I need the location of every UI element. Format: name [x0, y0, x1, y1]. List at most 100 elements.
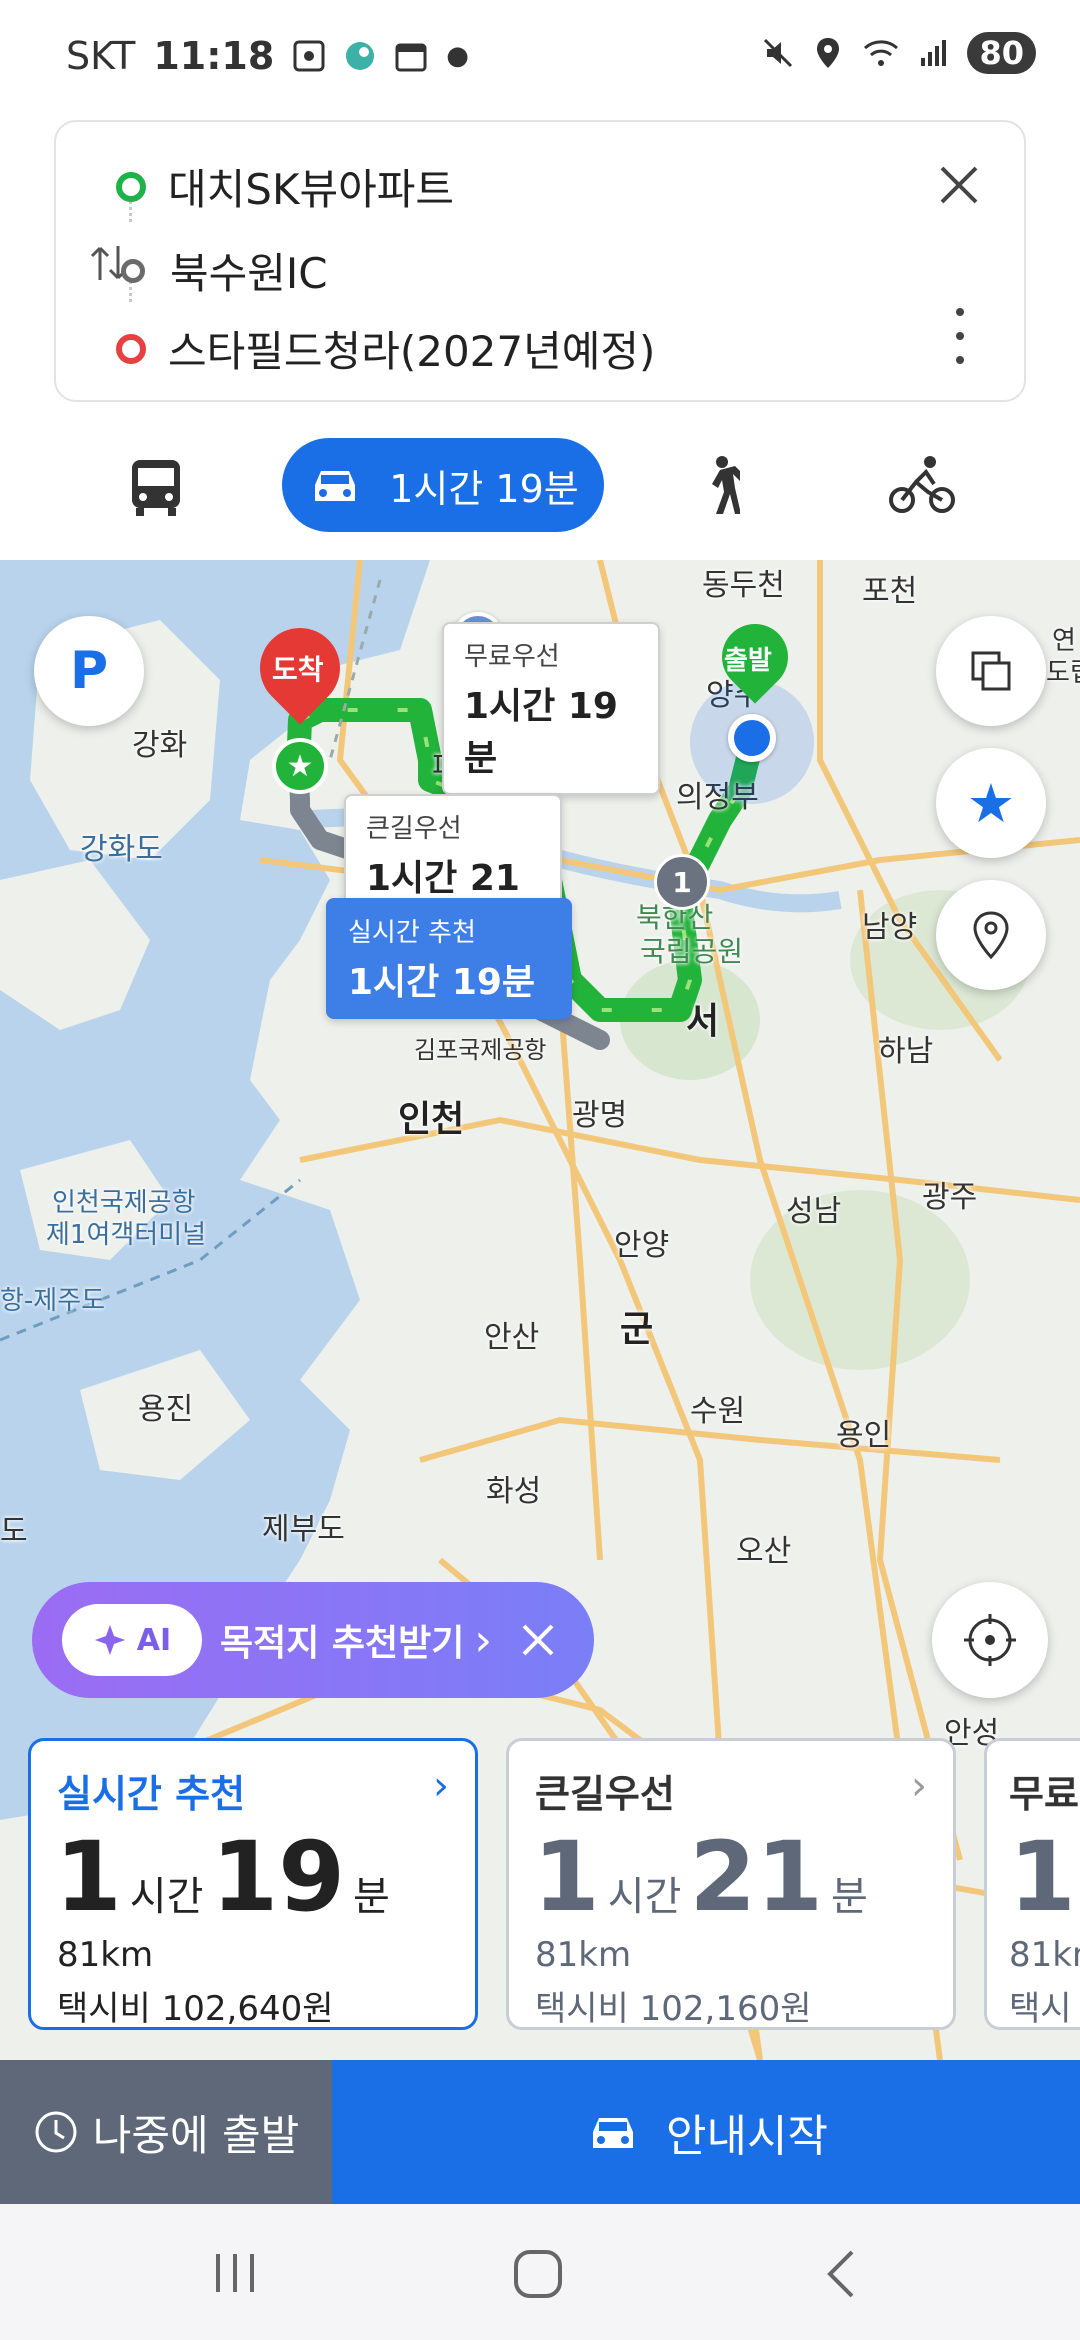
callout-title: 큰길우선 — [366, 814, 462, 844]
ai-label: AI — [136, 1622, 172, 1658]
duration-hours: 1 — [533, 1821, 600, 1933]
route-card-realtime[interactable]: 실시간 추천 › 1 시간 19 분 81km 택시비 102,640원 — [28, 1738, 478, 2030]
destination-field[interactable]: 스타필드청라(2027년예정) — [116, 318, 655, 379]
my-location-button[interactable] — [932, 1582, 1048, 1698]
transport-mode-tabs: 1시간 19분 — [0, 420, 1080, 560]
place-label: 광주 — [922, 1180, 978, 1215]
bike-icon[interactable] — [888, 454, 956, 518]
start-navigation-label: 안내시작 — [666, 2111, 828, 2162]
place-label: 용인 — [836, 1418, 892, 1453]
clock-icon — [35, 2111, 77, 2153]
place-label: 용진 — [138, 1392, 194, 1427]
place-label: 동두천 — [702, 568, 785, 603]
waypoint-marker-icon — [121, 258, 145, 283]
ai-badge: AI — [62, 1604, 202, 1676]
favorites-button[interactable]: ★ — [936, 748, 1046, 858]
more-options-icon[interactable] — [952, 306, 968, 366]
screenshot-icon — [293, 40, 325, 72]
place-label: 남양 — [862, 910, 918, 945]
place-label: 강화 — [132, 728, 188, 763]
walk-icon[interactable] — [700, 454, 740, 518]
origin-field[interactable]: 대치SK뷰아파트 — [116, 156, 454, 217]
parking-icon: P — [69, 641, 109, 701]
place-label: 서 — [686, 1001, 720, 1042]
chevron-right-icon: › — [911, 1763, 927, 1809]
place-label: 도립 — [1046, 658, 1080, 688]
tab-car[interactable]: 1시간 19분 — [282, 438, 604, 532]
route-distance: 81kn — [1009, 1935, 1080, 1975]
recent-apps-icon[interactable] — [210, 2250, 260, 2296]
waypoint-field[interactable]: 북수원IC — [118, 240, 328, 301]
place-label: 오산 — [736, 1534, 792, 1569]
place-label: 군 — [620, 1309, 654, 1350]
home-icon[interactable] — [512, 2248, 564, 2300]
place-label: 수원 — [690, 1394, 746, 1429]
destination-label: 스타필드청라(2027년예정) — [168, 327, 656, 376]
callout-time: 1시간 19분 — [464, 686, 618, 779]
signal-icon — [921, 40, 947, 66]
location-icon — [817, 38, 840, 68]
place-label: 항-제주도 — [0, 1286, 106, 1316]
park-area — [750, 1190, 970, 1370]
route-card-title: 무료 — [1009, 1772, 1079, 1816]
place-label: 제1여객터미널 — [46, 1220, 207, 1250]
hours-unit: 시간 — [607, 1874, 682, 1920]
route-search-card: 대치SK뷰아파트 북수원IC 스타필드청라(2027년예정) — [54, 120, 1026, 402]
car-icon — [315, 471, 356, 501]
star-marker-icon: ★ — [272, 738, 328, 794]
ai-recommend-label: 목적지 추천받기 — [220, 1623, 465, 1664]
layers-button[interactable] — [936, 616, 1046, 726]
parking-button[interactable]: P — [34, 616, 144, 726]
car-icon — [593, 2118, 634, 2148]
close-icon[interactable] — [936, 162, 982, 208]
taxi-fare: 택시비 102,160원 — [535, 1989, 812, 2029]
callout-title: 실시간 추천 — [348, 918, 476, 948]
waypoint-label: 북수원IC — [170, 249, 328, 298]
duration-minutes: 21 — [689, 1821, 823, 1933]
status-bar: SKT 11:18 ● 80 — [0, 0, 1080, 110]
battery-indicator: 80 — [967, 32, 1036, 74]
route-card-free[interactable]: 무료 1 시 81kn 택시 — [984, 1738, 1080, 2030]
origin-marker-icon — [116, 171, 146, 202]
place-label: 포천 — [862, 574, 918, 609]
route-distance: 81km — [57, 1935, 154, 1975]
layers-icon — [971, 651, 1011, 691]
current-location-dot — [728, 714, 776, 762]
star-icon: ★ — [966, 771, 1016, 835]
start-navigation-button[interactable]: 안내시작 — [332, 2060, 1080, 2204]
system-navigation-bar — [0, 2204, 1080, 2340]
callout-time: 1시간 19분 — [348, 962, 536, 1003]
bus-icon[interactable] — [126, 456, 186, 520]
destination-marker-icon — [116, 333, 146, 364]
callout-title: 무료우선 — [464, 642, 560, 672]
place-label: 도 — [0, 1514, 28, 1549]
crosshair-icon — [964, 1614, 1016, 1666]
minutes-unit: 분 — [831, 1874, 868, 1920]
taxi-fare: 택시비 102,640원 — [57, 1989, 334, 2029]
destination-pin-label: 도착 — [272, 653, 324, 686]
minutes-unit: 분 — [353, 1874, 390, 1920]
app-notification-icon — [346, 42, 375, 70]
back-icon[interactable] — [822, 2248, 858, 2300]
place-label: 화성 — [486, 1474, 542, 1509]
depart-later-button[interactable]: 나중에 출발 — [0, 2060, 332, 2204]
place-pin-button[interactable] — [936, 880, 1046, 990]
car-duration-label: 1시간 19분 — [389, 466, 579, 511]
callout-free-route[interactable]: 무료우선 1시간 19분 — [442, 622, 660, 795]
place-label: 국립공원 — [640, 935, 744, 968]
waypoint-number-badge: 1 — [654, 854, 710, 910]
carrier-label: SKT — [66, 34, 136, 78]
route-card-highway[interactable]: 큰길우선 › 1 시간 21 분 81km 택시비 102,160원 — [506, 1738, 956, 2030]
origin-pin-label: 출발 — [724, 646, 772, 676]
clock: 11:18 — [153, 34, 275, 78]
more-notifications-dot: ● — [446, 41, 469, 71]
callout-realtime-route[interactable]: 실시간 추천 1시간 19분 — [326, 898, 572, 1019]
close-icon[interactable] — [518, 1620, 558, 1660]
ai-destination-recommend[interactable]: AI 목적지 추천받기 › — [32, 1582, 594, 1698]
place-label: 광명 — [572, 1098, 628, 1133]
origin-label: 대치SK뷰아파트 — [168, 165, 455, 214]
duration-minutes: 19 — [211, 1821, 345, 1933]
route-card-title: 실시간 추천 — [57, 1772, 246, 1816]
place-label: 인천 — [398, 1099, 465, 1140]
calendar-icon — [395, 43, 427, 72]
